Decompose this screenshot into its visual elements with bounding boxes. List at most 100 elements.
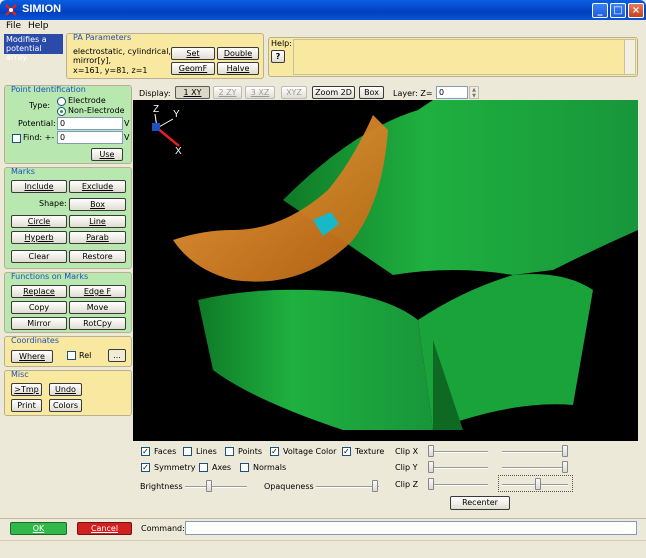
find-checkbox[interactable] [12,134,21,143]
help-panel-title: Help: [271,39,292,48]
replace-button[interactable]: Replace [11,285,67,298]
find-input[interactable]: 0 [57,131,123,144]
potential-input[interactable]: 0 [57,117,123,130]
copy-button[interactable]: Copy [11,301,67,314]
mirror-button[interactable]: Mirror [11,317,67,330]
include-button[interactable]: Include [11,180,67,193]
coords-more-button[interactable]: ... [108,349,126,362]
non-electrode-radio[interactable] [57,107,66,116]
geomf-button[interactable]: GeomF [171,62,215,75]
opaqueness-label: Opaqueness [264,482,314,491]
use-button[interactable]: Use [91,148,123,161]
simion-app-icon [5,4,17,16]
marks-title: Marks [11,167,35,176]
pa-param-line2: mirror[y], [73,56,111,65]
clip-x-min-slider[interactable] [428,445,434,457]
circle-button[interactable]: Circle [11,215,67,228]
restore-button[interactable]: Restore [69,250,126,263]
points-checkbox[interactable] [225,447,234,456]
undo-button[interactable]: Undo [49,383,82,396]
type-label: Type: [29,101,51,110]
print-button[interactable]: Print [11,399,42,412]
lines-checkbox[interactable] [183,447,192,456]
display-label: Display: [139,89,171,98]
menu-file[interactable]: File [6,21,21,31]
clip-z-max-slider[interactable] [535,478,541,490]
ok-button[interactable]: OK [10,522,67,535]
brightness-slider-track [185,486,247,488]
where-button[interactable]: Where [11,350,53,363]
recenter-button[interactable]: Recenter [450,496,510,510]
clip-y-min-slider[interactable] [428,461,434,473]
clear-button[interactable]: Clear [11,250,67,263]
clip-y-min-track [428,467,488,469]
potential-unit: V [124,119,130,128]
normals-checkbox[interactable] [240,463,249,472]
zoom-2d-button[interactable]: Zoom 2D [312,86,355,99]
help-question-button[interactable]: ? [271,50,285,63]
menu-help[interactable]: Help [28,21,49,31]
voltage-color-checkbox[interactable]: ✓ [270,447,279,456]
box-shape-button[interactable]: Box [69,198,126,211]
misc-title: Misc [11,370,29,379]
colors-button[interactable]: Colors [49,399,82,412]
brightness-slider[interactable] [206,480,212,492]
view-xy-button[interactable]: 1 XY [175,86,210,99]
axes-checkbox[interactable] [199,463,208,472]
rel-checkbox[interactable] [67,351,76,360]
find-unit: V [124,133,130,142]
clip-z-label: Clip Z [395,480,419,489]
shape-label: Shape: [39,199,67,208]
non-electrode-label: Non-Electrode [68,106,125,115]
opaqueness-slider[interactable] [372,480,378,492]
double-button[interactable]: Double [217,47,259,60]
minimize-icon: _ [597,5,603,16]
faces-label: Faces [154,447,177,456]
clip-z-min-slider[interactable] [428,478,434,490]
coordinates-title: Coordinates [11,336,60,345]
texture-checkbox[interactable]: ✓ [342,447,351,456]
exclude-button[interactable]: Exclude [69,180,126,193]
help-text-area[interactable] [293,39,636,75]
symmetry-checkbox[interactable]: ✓ [141,463,150,472]
view-xyz-button[interactable]: XYZ [281,86,307,99]
parab-button[interactable]: Parab [69,231,126,244]
close-button[interactable]: × [628,3,644,18]
view-zy-button[interactable]: 2 ZY [213,86,242,99]
edgef-button[interactable]: Edge F [69,285,126,298]
menu-bar [0,20,646,32]
line-button[interactable]: Line [69,215,126,228]
box-button[interactable]: Box [359,86,384,99]
rotcpy-button[interactable]: RotCpy [69,317,126,330]
rel-label: Rel [79,351,92,360]
minimize-button[interactable]: _ [592,3,608,18]
help-scrollbar[interactable] [624,40,635,74]
green-electrode-lower-left [198,289,433,430]
layer-spinner[interactable]: ▲ ▼ [469,86,479,99]
hyperb-button[interactable]: Hyperb [11,231,67,244]
clip-y-max-slider[interactable] [562,461,568,473]
halve-button[interactable]: Halve [217,62,259,75]
view-xz-button[interactable]: 3 XZ [245,86,275,99]
find-label: Find: +- [23,133,55,142]
command-label: Command: [141,524,185,533]
set-button[interactable]: Set [171,47,215,60]
3d-viewport[interactable]: Z Y X [133,100,638,441]
move-button[interactable]: Move [69,301,126,314]
opaqueness-slider-track [316,486,379,488]
clip-x-max-slider[interactable] [562,445,568,457]
electrode-label: Electrode [68,96,106,105]
points-label: Points [238,447,263,456]
pa-parameters-title: PA Parameters [73,33,132,42]
faces-checkbox[interactable]: ✓ [141,447,150,456]
voltage-color-label: Voltage Color [283,447,337,456]
axis-indicator: Z Y X [152,104,182,157]
electrode-radio[interactable] [57,97,66,106]
texture-label: Texture [355,447,385,456]
command-input[interactable] [185,521,637,535]
tmp-button[interactable]: >Tmp [11,383,42,396]
maximize-button[interactable]: □ [610,3,626,18]
electrode-render: Z Y X [152,100,638,430]
layer-input[interactable]: 0 [436,86,468,99]
cancel-button[interactable]: Cancel [77,522,132,535]
